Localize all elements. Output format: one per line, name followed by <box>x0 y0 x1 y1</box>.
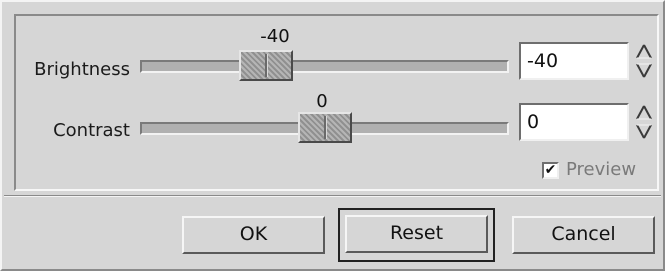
brightness-slider-track[interactable] <box>140 60 509 73</box>
contrast-label: Contrast <box>53 120 130 141</box>
brightness-slider-thumb[interactable] <box>239 50 293 81</box>
contrast-slider-value: 0 <box>316 91 328 112</box>
brightness-label: Brightness <box>34 59 130 80</box>
preview-checkbox[interactable]: ✔ <box>542 162 559 179</box>
ok-button[interactable]: OK <box>182 216 325 254</box>
brightness-slider-value: -40 <box>260 26 290 47</box>
preview-label[interactable]: Preview <box>566 159 636 180</box>
contrast-slider-thumb[interactable] <box>298 112 352 143</box>
brightness-contrast-dialog: -40 Brightness -40 0 Contrast 0 ✔ Previe… <box>0 0 665 271</box>
cancel-button[interactable]: Cancel <box>512 216 655 254</box>
button-area-divider <box>4 195 661 197</box>
checkmark-icon: ✔ <box>544 162 557 178</box>
contrast-spin-input[interactable]: 0 <box>519 103 629 141</box>
brightness-spin-input[interactable]: -40 <box>519 42 629 80</box>
spin-up-down-arrows-icon[interactable] <box>633 103 655 141</box>
spin-up-down-arrows-icon[interactable] <box>633 42 655 80</box>
reset-button[interactable]: Reset <box>345 215 488 253</box>
